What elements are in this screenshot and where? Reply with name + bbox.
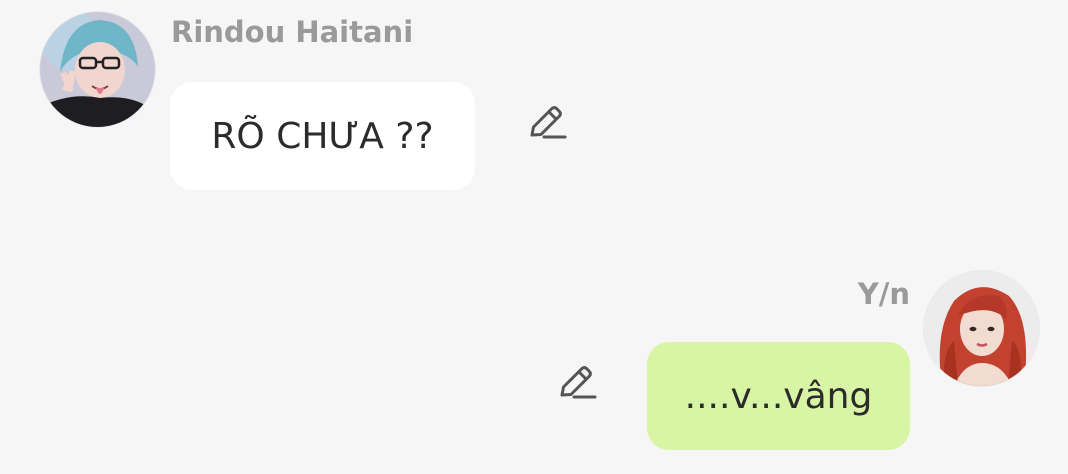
sender-name: Rindou Haitani [171, 15, 414, 49]
message-bubble-incoming[interactable]: RÕ CHƯA ?? [170, 82, 475, 190]
sender-name: Y/n [857, 277, 910, 311]
message-bubble-outgoing[interactable]: ....v...vâng [647, 342, 910, 450]
pencil-edit-icon[interactable] [524, 102, 568, 146]
pencil-edit-icon[interactable] [554, 362, 598, 406]
avatar-rindou[interactable] [40, 12, 155, 127]
avatar-yn[interactable] [924, 271, 1039, 386]
